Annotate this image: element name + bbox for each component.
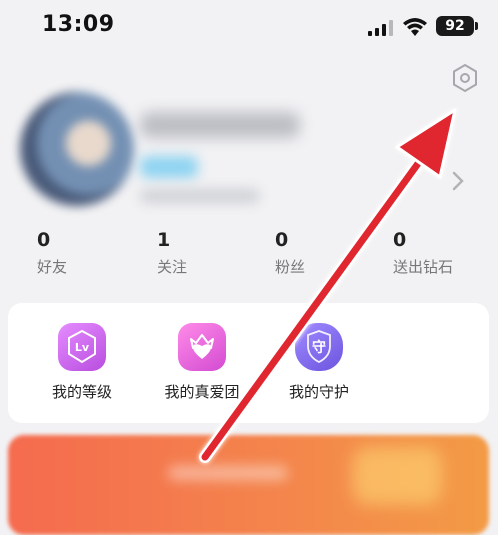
stat-label: 关注	[157, 258, 188, 276]
stat-label: 粉丝	[275, 258, 306, 276]
chevron-right-icon[interactable]	[448, 168, 468, 194]
lv-badge-icon: Lv	[58, 323, 106, 371]
profile-header[interactable]	[20, 92, 320, 217]
promo-banner[interactable]	[8, 435, 489, 535]
user-id-blurred	[140, 189, 260, 203]
status-time: 13:09	[42, 12, 115, 37]
stat-value: 0	[393, 229, 407, 251]
svg-text:守: 守	[312, 339, 326, 356]
feature-my-fan-club[interactable]: 我的真爱团	[147, 323, 257, 402]
feature-my-level[interactable]: Lv 我的等级	[27, 323, 137, 402]
guard-shield-icon: 守	[295, 323, 343, 371]
cellular-signal-icon	[368, 20, 393, 36]
feature-label: 我的等级	[51, 383, 112, 401]
battery-icon: 92	[436, 16, 478, 36]
stat-fans[interactable]: 0 粉丝	[275, 226, 395, 277]
stat-value: 0	[275, 229, 289, 251]
stats-row: 0 好友 1 关注 0 粉丝 0 送出钻石	[0, 226, 498, 286]
feature-card: Lv 我的等级 我的真爱团 守 我的守护	[8, 303, 489, 423]
nickname-blurred	[140, 112, 300, 138]
status-bar: 13:09 92	[0, 0, 498, 58]
stat-label: 送出钻石	[393, 258, 454, 276]
stat-value: 0	[37, 229, 51, 251]
banner-text-blurred	[168, 466, 288, 480]
stat-diamonds-sent[interactable]: 0 送出钻石	[393, 226, 498, 277]
feature-label: 我的守护	[288, 383, 349, 401]
stat-friends[interactable]: 0 好友	[37, 226, 157, 277]
feature-label: 我的真爱团	[164, 383, 240, 401]
feature-my-guard[interactable]: 守 我的守护	[264, 323, 374, 402]
avatar[interactable]	[20, 92, 134, 206]
stat-value: 1	[157, 229, 171, 251]
heart-crown-icon	[178, 323, 226, 371]
settings-hex-icon[interactable]	[449, 62, 481, 94]
stat-following[interactable]: 1 关注	[157, 226, 277, 277]
svg-text:Lv: Lv	[75, 341, 90, 354]
wifi-icon	[403, 18, 427, 36]
banner-badge-blurred	[352, 447, 442, 505]
user-badge-blurred	[140, 156, 198, 178]
stat-label: 好友	[37, 258, 68, 276]
